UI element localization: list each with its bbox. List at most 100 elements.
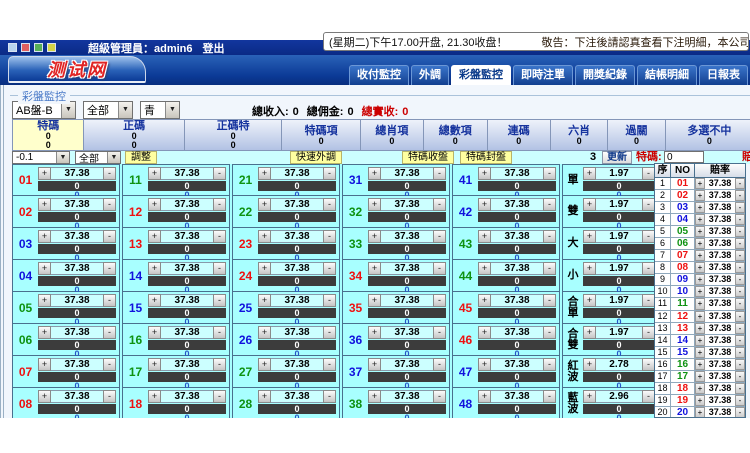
odds-value[interactable]: 37.38	[491, 358, 543, 371]
odds-value[interactable]: 37.38	[51, 167, 103, 180]
odds-decrease-button[interactable]: -	[433, 262, 446, 275]
odds-increase-button[interactable]: +	[695, 262, 705, 274]
odds-increase-button[interactable]: +	[368, 358, 381, 371]
odds-increase-button[interactable]: +	[148, 167, 161, 180]
odds-increase-button[interactable]: +	[38, 390, 51, 403]
odds-value[interactable]: 37.38	[705, 238, 735, 249]
odds-decrease-button[interactable]: -	[543, 167, 556, 180]
odds-value[interactable]: 37.38	[705, 298, 735, 309]
odds-increase-button[interactable]: +	[695, 382, 705, 394]
odds-increase-button[interactable]: +	[695, 238, 705, 250]
window-button-3[interactable]	[34, 43, 43, 52]
odds-increase-button[interactable]: +	[38, 326, 51, 339]
odds-increase-button[interactable]: +	[148, 294, 161, 307]
odds-value[interactable]: 1.97	[596, 262, 642, 275]
odds-increase-button[interactable]: +	[148, 326, 161, 339]
odds-value[interactable]: 37.38	[51, 198, 103, 211]
tab-settlement-detail[interactable]: 結帳明細	[637, 65, 697, 85]
odds-increase-button[interactable]: +	[695, 322, 705, 334]
odds-value[interactable]: 1.97	[596, 167, 642, 180]
odds-value[interactable]: 37.38	[161, 358, 213, 371]
odds-value[interactable]: 37.38	[381, 230, 433, 243]
odds-value[interactable]: 37.38	[51, 326, 103, 339]
odds-decrease-button[interactable]: -	[433, 390, 446, 403]
window-button-2[interactable]	[21, 43, 30, 52]
odds-decrease-button[interactable]: -	[735, 310, 745, 322]
odds-value[interactable]: 37.38	[705, 347, 735, 358]
odds-value[interactable]: 37.38	[161, 167, 213, 180]
odds-increase-button[interactable]: +	[368, 230, 381, 243]
odds-increase-button[interactable]: +	[478, 390, 491, 403]
odds-value[interactable]: 37.38	[705, 202, 735, 213]
odds-increase-button[interactable]: +	[368, 167, 381, 180]
special-close-button[interactable]: 特碼收盤	[402, 151, 454, 164]
odds-value[interactable]: 37.38	[705, 323, 735, 334]
odds-decrease-button[interactable]: -	[213, 198, 226, 211]
odds-increase-button[interactable]: +	[258, 294, 271, 307]
odds-value[interactable]: 37.38	[161, 230, 213, 243]
odds-decrease-button[interactable]: -	[735, 286, 745, 298]
odds-increase-button[interactable]: +	[695, 346, 705, 358]
odds-decrease-button[interactable]: -	[323, 390, 336, 403]
odds-increase-button[interactable]: +	[695, 370, 705, 382]
odds-increase-button[interactable]: +	[148, 198, 161, 211]
odds-increase-button[interactable]: +	[478, 294, 491, 307]
odds-increase-button[interactable]: +	[148, 358, 161, 371]
odds-value[interactable]: 37.38	[491, 230, 543, 243]
odds-increase-button[interactable]: +	[695, 298, 705, 310]
quick-external-adjust-button[interactable]: 快速外調	[290, 151, 342, 164]
odds-decrease-button[interactable]: -	[735, 178, 745, 190]
odds-decrease-button[interactable]: -	[433, 167, 446, 180]
step-select[interactable]: -0.1 ▼	[12, 151, 70, 164]
odds-increase-button[interactable]: +	[368, 198, 381, 211]
odds-value[interactable]: 37.38	[705, 371, 735, 382]
odds-increase-button[interactable]: +	[583, 230, 596, 243]
odds-value[interactable]: 37.38	[271, 262, 323, 275]
odds-increase-button[interactable]: +	[583, 390, 596, 403]
odds-increase-button[interactable]: +	[583, 358, 596, 371]
odds-value[interactable]: 37.38	[491, 262, 543, 275]
odds-decrease-button[interactable]: -	[103, 262, 116, 275]
odds-decrease-button[interactable]: -	[543, 198, 556, 211]
odds-value[interactable]: 37.38	[271, 326, 323, 339]
odds-increase-button[interactable]: +	[258, 198, 271, 211]
odds-value[interactable]: 1.97	[596, 294, 642, 307]
scope-select[interactable]: 全部 ▼	[83, 100, 133, 119]
odds-value[interactable]: 37.38	[51, 230, 103, 243]
odds-decrease-button[interactable]: -	[433, 230, 446, 243]
chevron-down-icon[interactable]: ▼	[118, 101, 132, 118]
odds-increase-button[interactable]: +	[38, 358, 51, 371]
odds-increase-button[interactable]: +	[478, 262, 491, 275]
update-button[interactable]: 更新	[602, 151, 632, 164]
odds-decrease-button[interactable]: -	[735, 190, 745, 202]
odds-value[interactable]: 37.38	[705, 274, 735, 285]
odds-decrease-button[interactable]: -	[323, 294, 336, 307]
odds-value[interactable]: 37.38	[705, 250, 735, 261]
odds-increase-button[interactable]: +	[695, 310, 705, 322]
adjust-button[interactable]: 調整	[125, 151, 157, 164]
odds-value[interactable]: 37.38	[381, 358, 433, 371]
chevron-down-icon[interactable]: ▼	[165, 101, 179, 118]
odds-decrease-button[interactable]: -	[735, 298, 745, 310]
odds-value[interactable]: 37.38	[381, 294, 433, 307]
odds-increase-button[interactable]: +	[38, 294, 51, 307]
odds-increase-button[interactable]: +	[583, 294, 596, 307]
tab-lottery-monitor[interactable]: 彩盤監控	[451, 65, 511, 85]
odds-increase-button[interactable]: +	[38, 262, 51, 275]
odds-value[interactable]: 37.38	[705, 190, 735, 201]
odds-decrease-button[interactable]: -	[543, 230, 556, 243]
odds-decrease-button[interactable]: -	[433, 198, 446, 211]
odds-value[interactable]: 37.38	[51, 390, 103, 403]
odds-decrease-button[interactable]: -	[543, 326, 556, 339]
odds-increase-button[interactable]: +	[258, 358, 271, 371]
odds-decrease-button[interactable]: -	[103, 358, 116, 371]
odds-decrease-button[interactable]: -	[103, 198, 116, 211]
odds-value[interactable]: 37.38	[491, 167, 543, 180]
odds-increase-button[interactable]: +	[583, 262, 596, 275]
odds-value[interactable]: 37.38	[705, 335, 735, 346]
odds-decrease-button[interactable]: -	[213, 326, 226, 339]
odds-value[interactable]: 37.38	[381, 390, 433, 403]
odds-decrease-button[interactable]: -	[735, 382, 745, 394]
odds-value[interactable]: 37.38	[271, 390, 323, 403]
odds-decrease-button[interactable]: -	[213, 294, 226, 307]
